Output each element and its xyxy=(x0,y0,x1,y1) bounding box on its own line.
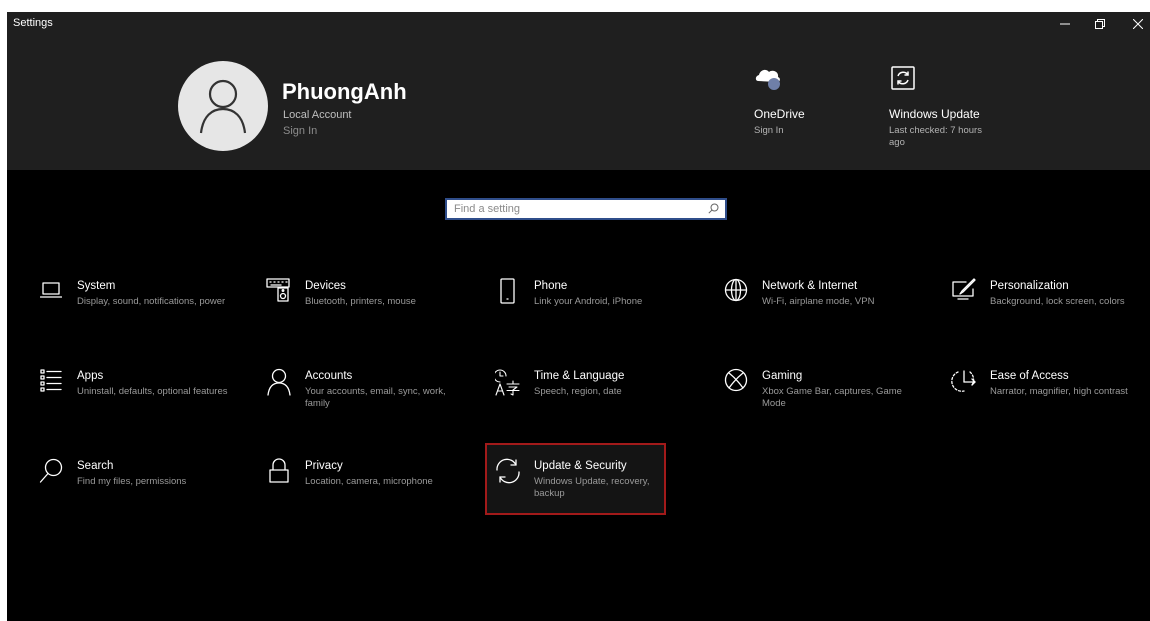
category-description: Speech, region, date xyxy=(534,386,622,397)
category-title: Apps xyxy=(77,370,104,382)
paint-brush-icon xyxy=(952,278,976,300)
category-description: Narrator, magnifier, high contrast xyxy=(990,386,1128,397)
category-description: Find my files, permissions xyxy=(77,476,187,487)
category-title: Gaming xyxy=(762,370,803,382)
refresh-icon xyxy=(891,66,915,90)
settings-window: Settings PhuongAnh Local Account Sign In xyxy=(7,12,1150,621)
category-network-internet[interactable]: Network & Internet Wi-Fi, airplane mode,… xyxy=(716,278,926,338)
category-description: Windows Update, recovery, backup xyxy=(534,476,650,499)
restore-icon xyxy=(1095,19,1105,29)
category-title: Devices xyxy=(305,280,346,292)
keyboard-speaker-icon xyxy=(266,278,290,302)
onedrive-title: OneDrive xyxy=(754,107,805,121)
search-box[interactable] xyxy=(445,198,727,220)
user-icon xyxy=(199,79,247,134)
category-time-language[interactable]: Time & Language Speech, region, date xyxy=(488,368,698,428)
onedrive-link[interactable]: OneDrive Sign In xyxy=(754,60,864,137)
category-apps[interactable]: Apps Uninstall, defaults, optional featu… xyxy=(31,368,241,428)
title-bar: Settings xyxy=(7,12,1150,36)
magnifier-icon xyxy=(39,458,63,483)
close-icon xyxy=(1133,19,1143,29)
profile-header: PhuongAnh Local Account Sign In OneDrive… xyxy=(7,36,1150,170)
avatar[interactable] xyxy=(178,61,268,151)
windows-update-subtitle: Last checked: 7 hours ago xyxy=(889,125,982,148)
category-ease-of-access[interactable]: Ease of Access Narrator, magnifier, high… xyxy=(944,368,1150,428)
category-description: Uninstall, defaults, optional features xyxy=(77,386,228,397)
profile-name: PhuongAnh xyxy=(282,79,407,104)
category-description: Your accounts, email, sync, work, family xyxy=(305,386,446,409)
category-description: Bluetooth, printers, mouse xyxy=(305,296,416,307)
onedrive-subtitle: Sign In xyxy=(754,125,784,136)
restore-button[interactable] xyxy=(1083,12,1117,36)
category-description: Wi-Fi, airplane mode, VPN xyxy=(762,296,875,307)
category-title: Update & Security xyxy=(534,460,627,472)
category-title: Phone xyxy=(534,280,568,292)
category-title: Ease of Access xyxy=(990,370,1069,382)
category-title: Network & Internet xyxy=(762,280,858,292)
category-personalization[interactable]: Personalization Background, lock screen,… xyxy=(944,278,1150,338)
search-icon[interactable] xyxy=(708,203,719,214)
laptop-icon xyxy=(40,282,62,298)
category-description: Xbox Game Bar, captures, Game Mode xyxy=(762,386,902,409)
category-privacy[interactable]: Privacy Location, camera, microphone xyxy=(259,458,469,518)
category-description: Display, sound, notifications, power xyxy=(77,296,226,307)
sign-in-link[interactable]: Sign In xyxy=(283,125,317,137)
windows-update-link[interactable]: Windows Update Last checked: 7 hours ago xyxy=(889,60,999,149)
xbox-icon xyxy=(724,368,748,392)
person-icon xyxy=(267,368,291,396)
category-description: Link your Android, iPhone xyxy=(534,296,643,307)
ease-of-access-icon xyxy=(951,370,976,392)
category-title: Accounts xyxy=(305,370,353,382)
account-type: Local Account xyxy=(283,109,352,121)
category-title: Time & Language xyxy=(534,370,625,382)
category-phone[interactable]: Phone Link your Android, iPhone xyxy=(488,278,698,338)
category-title: Privacy xyxy=(305,460,343,472)
category-devices[interactable]: Devices Bluetooth, printers, mouse xyxy=(259,278,469,338)
category-title: Personalization xyxy=(990,280,1069,292)
minimize-icon xyxy=(1060,23,1070,25)
search-input[interactable] xyxy=(447,200,704,218)
time-language-icon xyxy=(495,369,520,396)
category-title: Search xyxy=(77,460,114,472)
category-gaming[interactable]: Gaming Xbox Game Bar, captures, Game Mod… xyxy=(716,368,926,428)
close-button[interactable] xyxy=(1121,12,1150,36)
minimize-button[interactable] xyxy=(1048,12,1082,36)
phone-icon xyxy=(500,278,515,304)
apps-list-icon xyxy=(40,369,62,392)
globe-icon xyxy=(724,278,748,302)
category-system[interactable]: System Display, sound, notifications, po… xyxy=(31,278,241,338)
category-accounts[interactable]: Accounts Your accounts, email, sync, wor… xyxy=(259,368,469,428)
cloud-icon xyxy=(755,69,780,90)
window-title: Settings xyxy=(13,17,53,29)
category-search[interactable]: Search Find my files, permissions xyxy=(31,458,241,518)
category-title: System xyxy=(77,280,116,292)
update-sync-icon xyxy=(496,458,520,484)
lock-icon xyxy=(269,458,289,483)
category-update-security[interactable]: Update & Security Windows Update, recove… xyxy=(488,458,698,518)
category-description: Location, camera, microphone xyxy=(305,476,433,487)
windows-update-title: Windows Update xyxy=(889,107,980,121)
category-description: Background, lock screen, colors xyxy=(990,296,1125,307)
